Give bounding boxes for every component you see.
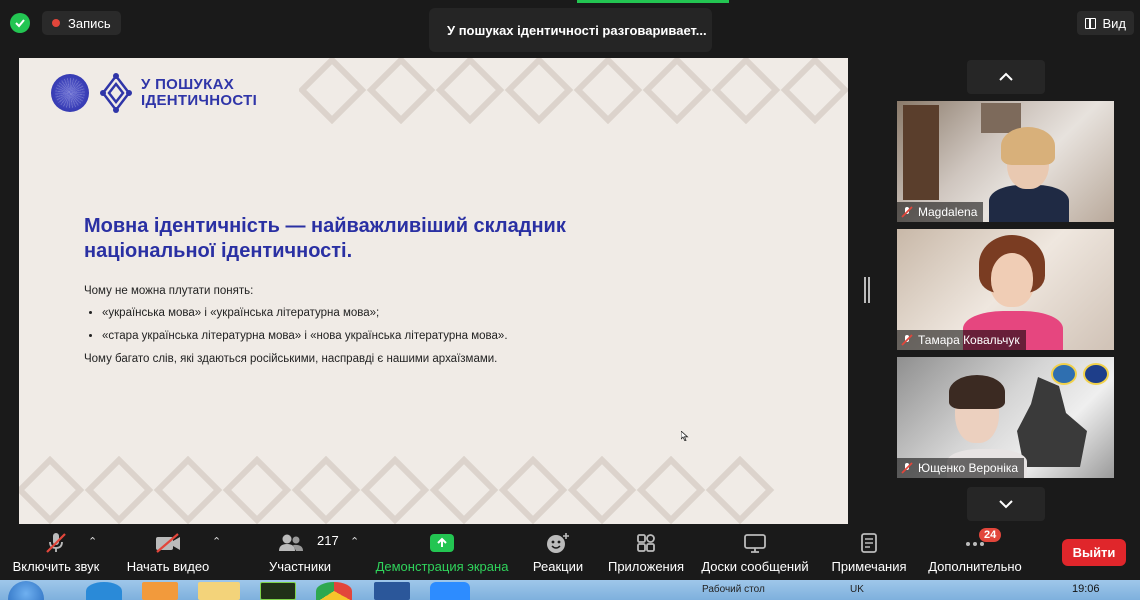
recording-label: Запись (68, 15, 111, 31)
start-video-button[interactable]: Начать видео (122, 527, 214, 580)
whiteboards-label: Доски сообщений (701, 559, 809, 574)
word-icon[interactable] (374, 582, 410, 600)
slide-bullet-list: «українська мова» і «українська літерату… (102, 306, 784, 343)
desktop-toolbar-label[interactable]: Рабочий стол (702, 584, 765, 595)
share-screen-button[interactable]: Демонстрация экрана (372, 527, 512, 580)
sharing-indicator-line (577, 0, 729, 3)
reactions-icon (545, 532, 571, 554)
participant-video-tile[interactable]: Тамара Ковальчук (897, 229, 1114, 350)
heading-line1: Мовна ідентичність — найважливіший склад… (84, 215, 566, 237)
view-layout-icon (1085, 17, 1097, 29)
folder-icon[interactable] (198, 582, 240, 600)
mic-muted-icon (44, 532, 68, 554)
participant-video-tile[interactable]: Magdalena (897, 101, 1114, 222)
mic-muted-icon (901, 462, 913, 474)
emblem-icon (1051, 363, 1077, 385)
diamond-pattern-bottom (19, 456, 775, 524)
apps-label: Приложения (607, 559, 685, 574)
project-logo-mark-icon (100, 73, 132, 113)
mouse-cursor-icon (681, 431, 689, 441)
whiteboard-icon (743, 532, 767, 554)
chevron-down-icon (999, 500, 1013, 509)
gallery-scroll-up-button[interactable] (967, 60, 1045, 94)
dreamweaver-icon[interactable] (260, 582, 296, 600)
reactions-button[interactable]: Реакции (526, 527, 590, 580)
notes-icon (859, 532, 879, 554)
emblem-icon (1083, 363, 1109, 385)
participant-name-label: Тамара Ковальчук (897, 330, 1026, 350)
view-button[interactable]: Вид (1077, 11, 1134, 35)
video-off-icon (154, 532, 182, 554)
security-shield-icon[interactable] (10, 13, 30, 33)
panel-resize-handle[interactable] (864, 277, 870, 303)
more-label: Дополнительно (928, 559, 1022, 574)
participants-icon (277, 532, 305, 554)
participants-label: Участники (268, 559, 332, 574)
start-video-label: Начать видео (126, 559, 210, 574)
video-options-caret-icon[interactable]: ⌃ (212, 535, 221, 548)
windows-taskbar: Рабочий стол UK 19:06 (0, 580, 1140, 600)
view-label: Вид (1102, 15, 1126, 31)
shared-screen-slide: У ПОШУКАХ ІДЕНТИЧНОСТІ Мовна ідентичніст… (19, 58, 848, 524)
gallery-scroll-down-button[interactable] (967, 487, 1045, 521)
language-indicator[interactable]: UK (850, 584, 864, 595)
statue-background (1017, 377, 1087, 467)
meeting-title: У пошуках ідентичності разговаривает... (429, 8, 712, 52)
slide-heading: Мовна ідентичність — найважливіший склад… (84, 214, 644, 264)
reactions-label: Реакции (532, 559, 584, 574)
more-button[interactable]: 24 Дополнительно (924, 527, 1026, 580)
unmute-label: Включить звук (12, 559, 100, 574)
heading-line2: національної ідентичності. (84, 240, 353, 262)
logo-text-line1: У ПОШУКАХ (141, 76, 235, 93)
system-clock[interactable]: 19:06 (1072, 583, 1100, 595)
windows-start-icon[interactable] (8, 581, 44, 600)
slide-body: Чому не можна плутати понять: «українськ… (84, 284, 784, 374)
project-logo-text: У ПОШУКАХ ІДЕНТИЧНОСТІ (141, 77, 257, 109)
apps-button[interactable]: Приложения (602, 527, 690, 580)
participant-video-tile[interactable]: Ющенко Вероніка (897, 357, 1114, 478)
slide-bullet: «стара українська літературна мова» і «н… (102, 329, 784, 343)
participant-name: Тамара Ковальчук (918, 333, 1020, 347)
slide-intro: Чому не можна плутати понять: (84, 285, 254, 297)
slide-outro: Чому багато слів, які здаються російськи… (84, 353, 498, 365)
participant-name-label: Magdalena (897, 202, 984, 222)
audio-options-caret-icon[interactable]: ⌃ (88, 535, 97, 548)
diamond-pattern-top (299, 58, 848, 124)
skype-icon[interactable] (86, 582, 122, 600)
participant-name-label: Ющенко Вероніка (897, 458, 1025, 478)
apps-icon (635, 532, 657, 554)
top-bar: Запись У пошуках ідентичності разговарив… (0, 0, 1140, 52)
mic-muted-icon (901, 334, 913, 346)
logo-text-line2: ІДЕНТИЧНОСТІ (141, 92, 258, 109)
participant-name: Magdalena (918, 205, 978, 219)
notes-button[interactable]: Примечания (826, 527, 912, 580)
notes-label: Примечания (831, 559, 907, 574)
chrome-icon[interactable] (316, 582, 352, 600)
share-screen-label: Демонстрация экрана (375, 559, 509, 574)
meeting-toolbar: Включить звук ⌃ Начать видео ⌃ Участники… (0, 527, 1140, 580)
leave-meeting-button[interactable]: Выйти (1062, 539, 1126, 566)
app-icon[interactable] (142, 582, 178, 600)
participants-options-caret-icon[interactable]: ⌃ (350, 535, 359, 548)
zoom-window: Запись У пошуках ідентичності разговарив… (0, 0, 1140, 600)
recording-indicator[interactable]: Запись (42, 11, 121, 35)
zoom-app-icon[interactable] (430, 582, 470, 600)
notification-badge: 24 (979, 528, 1002, 542)
record-dot-icon (52, 19, 60, 27)
participant-name: Ющенко Вероніка (918, 461, 1019, 475)
bookshelf-background (903, 105, 939, 200)
mic-muted-icon (901, 206, 913, 218)
project-logo-circle-icon (51, 74, 89, 112)
participants-count: 217 (317, 533, 339, 548)
whiteboards-button[interactable]: Доски сообщений (698, 527, 812, 580)
slide-bullet: «українська мова» і «українська літерату… (102, 306, 784, 320)
chevron-up-icon (999, 72, 1013, 81)
share-screen-icon (430, 532, 454, 554)
